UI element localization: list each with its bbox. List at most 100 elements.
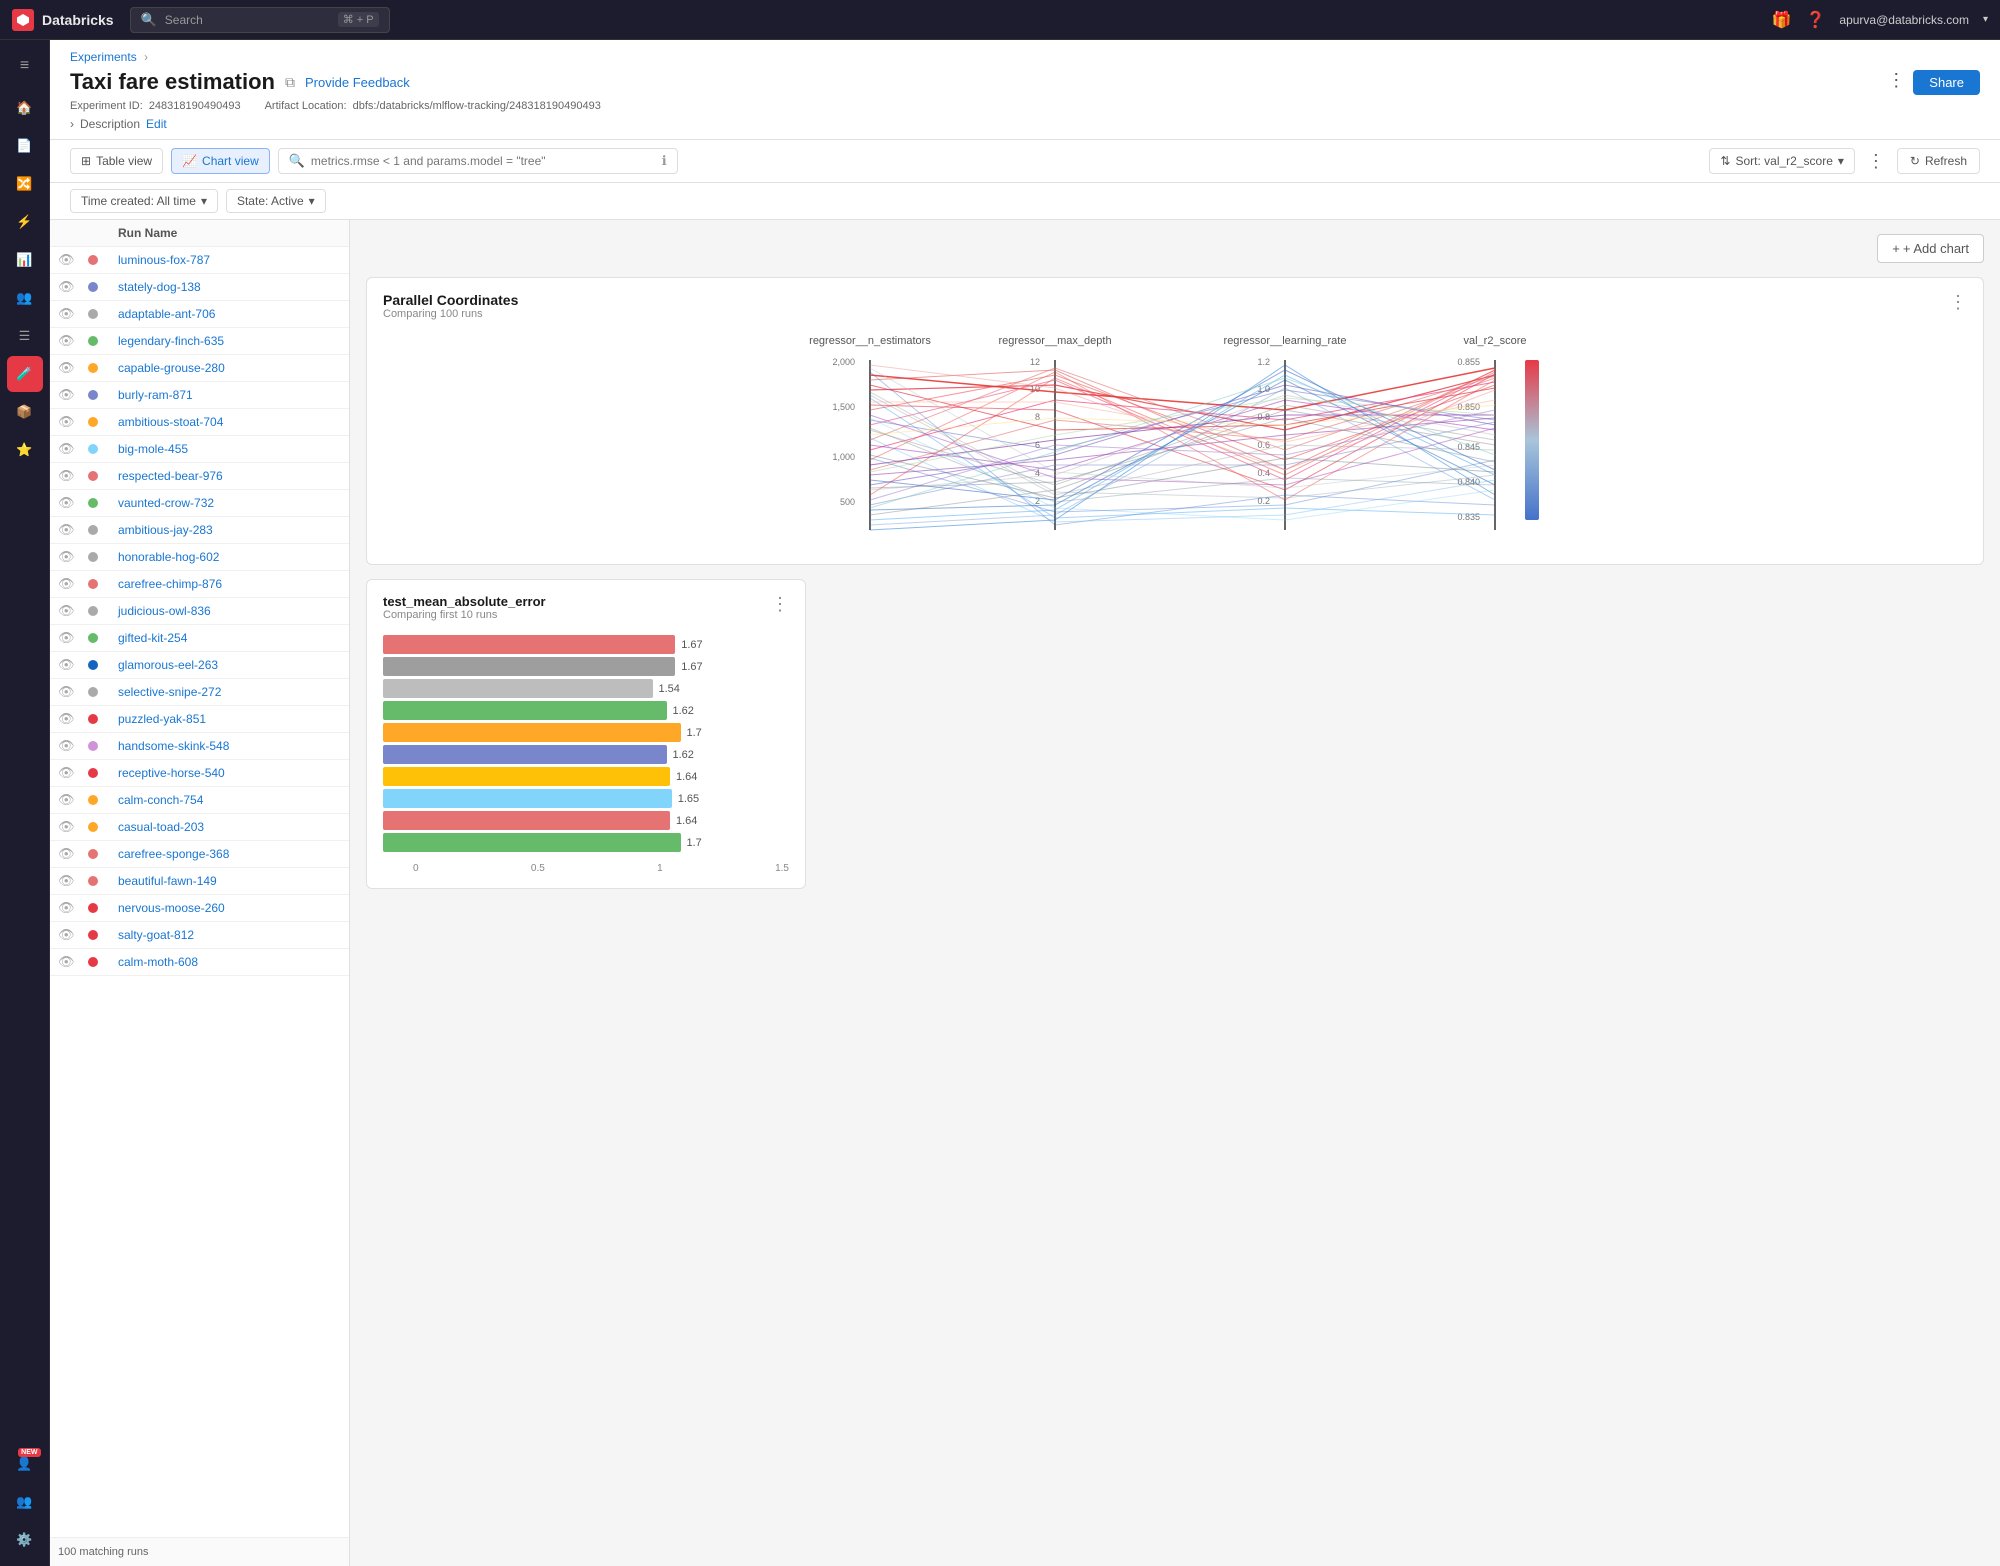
run-eye-icon[interactable]: 👁	[58, 603, 88, 619]
list-item[interactable]: 👁 luminous-fox-787	[50, 247, 349, 274]
list-item[interactable]: 👁 beautiful-fawn-149	[50, 868, 349, 895]
run-name[interactable]: legendary-finch-635	[118, 334, 341, 348]
run-eye-icon[interactable]: 👁	[58, 495, 88, 511]
run-eye-icon[interactable]: 👁	[58, 819, 88, 835]
list-item[interactable]: 👁 judicious-owl-836	[50, 598, 349, 625]
run-name[interactable]: selective-snipe-272	[118, 685, 341, 699]
run-name[interactable]: adaptable-ant-706	[118, 307, 341, 321]
run-eye-icon[interactable]: 👁	[58, 306, 88, 322]
run-name[interactable]: salty-goat-812	[118, 928, 341, 942]
run-name[interactable]: beautiful-fawn-149	[118, 874, 341, 888]
run-name[interactable]: big-mole-455	[118, 442, 341, 456]
sidebar-icon-workflows[interactable]: 🔀	[7, 166, 43, 202]
filter-input[interactable]	[311, 154, 656, 168]
run-eye-icon[interactable]: 👁	[58, 954, 88, 970]
run-name[interactable]: calm-conch-754	[118, 793, 341, 807]
run-eye-icon[interactable]: 👁	[58, 711, 88, 727]
sidebar-icon-models[interactable]: 📦	[7, 394, 43, 430]
list-item[interactable]: 👁 salty-goat-812	[50, 922, 349, 949]
bar-chart-more-icon[interactable]: ⋮	[771, 594, 789, 615]
run-name[interactable]: burly-ram-871	[118, 388, 341, 402]
filter-info-icon[interactable]: ℹ	[662, 153, 667, 169]
sidebar-icon-charts[interactable]: 📊	[7, 242, 43, 278]
run-eye-icon[interactable]: 👁	[58, 414, 88, 430]
sidebar-icon-new[interactable]: 👤 NEW	[7, 1446, 43, 1482]
run-name[interactable]: puzzled-yak-851	[118, 712, 341, 726]
sidebar-icon-experiments[interactable]: 🧪	[7, 356, 43, 392]
edit-description-link[interactable]: Edit	[146, 117, 167, 131]
list-item[interactable]: 👁 carefree-sponge-368	[50, 841, 349, 868]
run-name[interactable]: vaunted-crow-732	[118, 496, 341, 510]
sidebar-icon-compute[interactable]: ⚡	[7, 204, 43, 240]
run-eye-icon[interactable]: 👁	[58, 765, 88, 781]
list-item[interactable]: 👁 receptive-horse-540	[50, 760, 349, 787]
toolbar-more-icon[interactable]: ⋮	[1863, 151, 1889, 172]
run-eye-icon[interactable]: 👁	[58, 630, 88, 646]
chart-view-button[interactable]: 📈 Chart view	[171, 148, 270, 174]
run-name[interactable]: receptive-horse-540	[118, 766, 341, 780]
user-menu[interactable]: apurva@databricks.com	[1839, 13, 1969, 27]
run-name[interactable]: respected-bear-976	[118, 469, 341, 483]
list-item[interactable]: 👁 glamorous-eel-263	[50, 652, 349, 679]
list-item[interactable]: 👁 handsome-skink-548	[50, 733, 349, 760]
run-eye-icon[interactable]: 👁	[58, 441, 88, 457]
run-eye-icon[interactable]: 👁	[58, 846, 88, 862]
run-name[interactable]: ambitious-jay-283	[118, 523, 341, 537]
help-icon[interactable]: ❓	[1805, 10, 1825, 30]
list-item[interactable]: 👁 stately-dog-138	[50, 274, 349, 301]
run-eye-icon[interactable]: 👁	[58, 333, 88, 349]
table-view-button[interactable]: ⊞ Table view	[70, 148, 163, 174]
sidebar-icon-list[interactable]: ☰	[7, 318, 43, 354]
sidebar-icon-people[interactable]: 👥	[7, 280, 43, 316]
sidebar-icon-settings[interactable]: ⚙️	[7, 1522, 43, 1558]
run-name[interactable]: calm-moth-608	[118, 955, 341, 969]
run-eye-icon[interactable]: 👁	[58, 360, 88, 376]
run-eye-icon[interactable]: 👁	[58, 252, 88, 268]
run-eye-icon[interactable]: 👁	[58, 792, 88, 808]
state-filter-button[interactable]: State: Active ▾	[226, 189, 326, 213]
run-eye-icon[interactable]: 👁	[58, 522, 88, 538]
copy-icon[interactable]: ⧉	[285, 74, 295, 91]
search-bar[interactable]: 🔍 Search ⌘ + P	[130, 7, 390, 33]
list-item[interactable]: 👁 capable-grouse-280	[50, 355, 349, 382]
sidebar-icon-users[interactable]: 👥	[7, 1484, 43, 1520]
run-name[interactable]: ambitious-stoat-704	[118, 415, 341, 429]
run-eye-icon[interactable]: 👁	[58, 549, 88, 565]
list-item[interactable]: 👁 carefree-chimp-876	[50, 571, 349, 598]
run-name[interactable]: carefree-sponge-368	[118, 847, 341, 861]
list-item[interactable]: 👁 selective-snipe-272	[50, 679, 349, 706]
run-name[interactable]: casual-toad-203	[118, 820, 341, 834]
list-item[interactable]: 👁 legendary-finch-635	[50, 328, 349, 355]
search-field[interactable]: 🔍 ℹ	[278, 148, 678, 174]
sort-button[interactable]: ⇅ Sort: val_r2_score ▾	[1709, 148, 1854, 174]
run-name[interactable]: stately-dog-138	[118, 280, 341, 294]
run-eye-icon[interactable]: 👁	[58, 387, 88, 403]
provide-feedback-link[interactable]: Provide Feedback	[305, 75, 410, 90]
list-item[interactable]: 👁 respected-bear-976	[50, 463, 349, 490]
list-item[interactable]: 👁 calm-conch-754	[50, 787, 349, 814]
run-eye-icon[interactable]: 👁	[58, 900, 88, 916]
list-item[interactable]: 👁 burly-ram-871	[50, 382, 349, 409]
run-eye-icon[interactable]: 👁	[58, 657, 88, 673]
list-item[interactable]: 👁 honorable-hog-602	[50, 544, 349, 571]
sidebar-icon-home[interactable]: 🏠	[7, 90, 43, 126]
run-name[interactable]: capable-grouse-280	[118, 361, 341, 375]
list-item[interactable]: 👁 ambitious-jay-283	[50, 517, 349, 544]
description-chevron-icon[interactable]: ›	[70, 117, 74, 131]
sidebar-icon-menu[interactable]: ≡	[7, 48, 43, 84]
run-eye-icon[interactable]: 👁	[58, 927, 88, 943]
run-name[interactable]: handsome-skink-548	[118, 739, 341, 753]
list-item[interactable]: 👁 gifted-kit-254	[50, 625, 349, 652]
run-eye-icon[interactable]: 👁	[58, 279, 88, 295]
share-button[interactable]: Share	[1913, 70, 1980, 95]
run-name[interactable]: honorable-hog-602	[118, 550, 341, 564]
list-item[interactable]: 👁 vaunted-crow-732	[50, 490, 349, 517]
list-item[interactable]: 👁 ambitious-stoat-704	[50, 409, 349, 436]
add-chart-button[interactable]: + + Add chart	[1877, 234, 1984, 263]
list-item[interactable]: 👁 calm-moth-608	[50, 949, 349, 976]
list-item[interactable]: 👁 puzzled-yak-851	[50, 706, 349, 733]
time-filter-button[interactable]: Time created: All time ▾	[70, 189, 218, 213]
more-options-icon[interactable]: ⋮	[1887, 70, 1905, 95]
run-name[interactable]: luminous-fox-787	[118, 253, 341, 267]
breadcrumb[interactable]: Experiments ›	[70, 50, 1980, 64]
